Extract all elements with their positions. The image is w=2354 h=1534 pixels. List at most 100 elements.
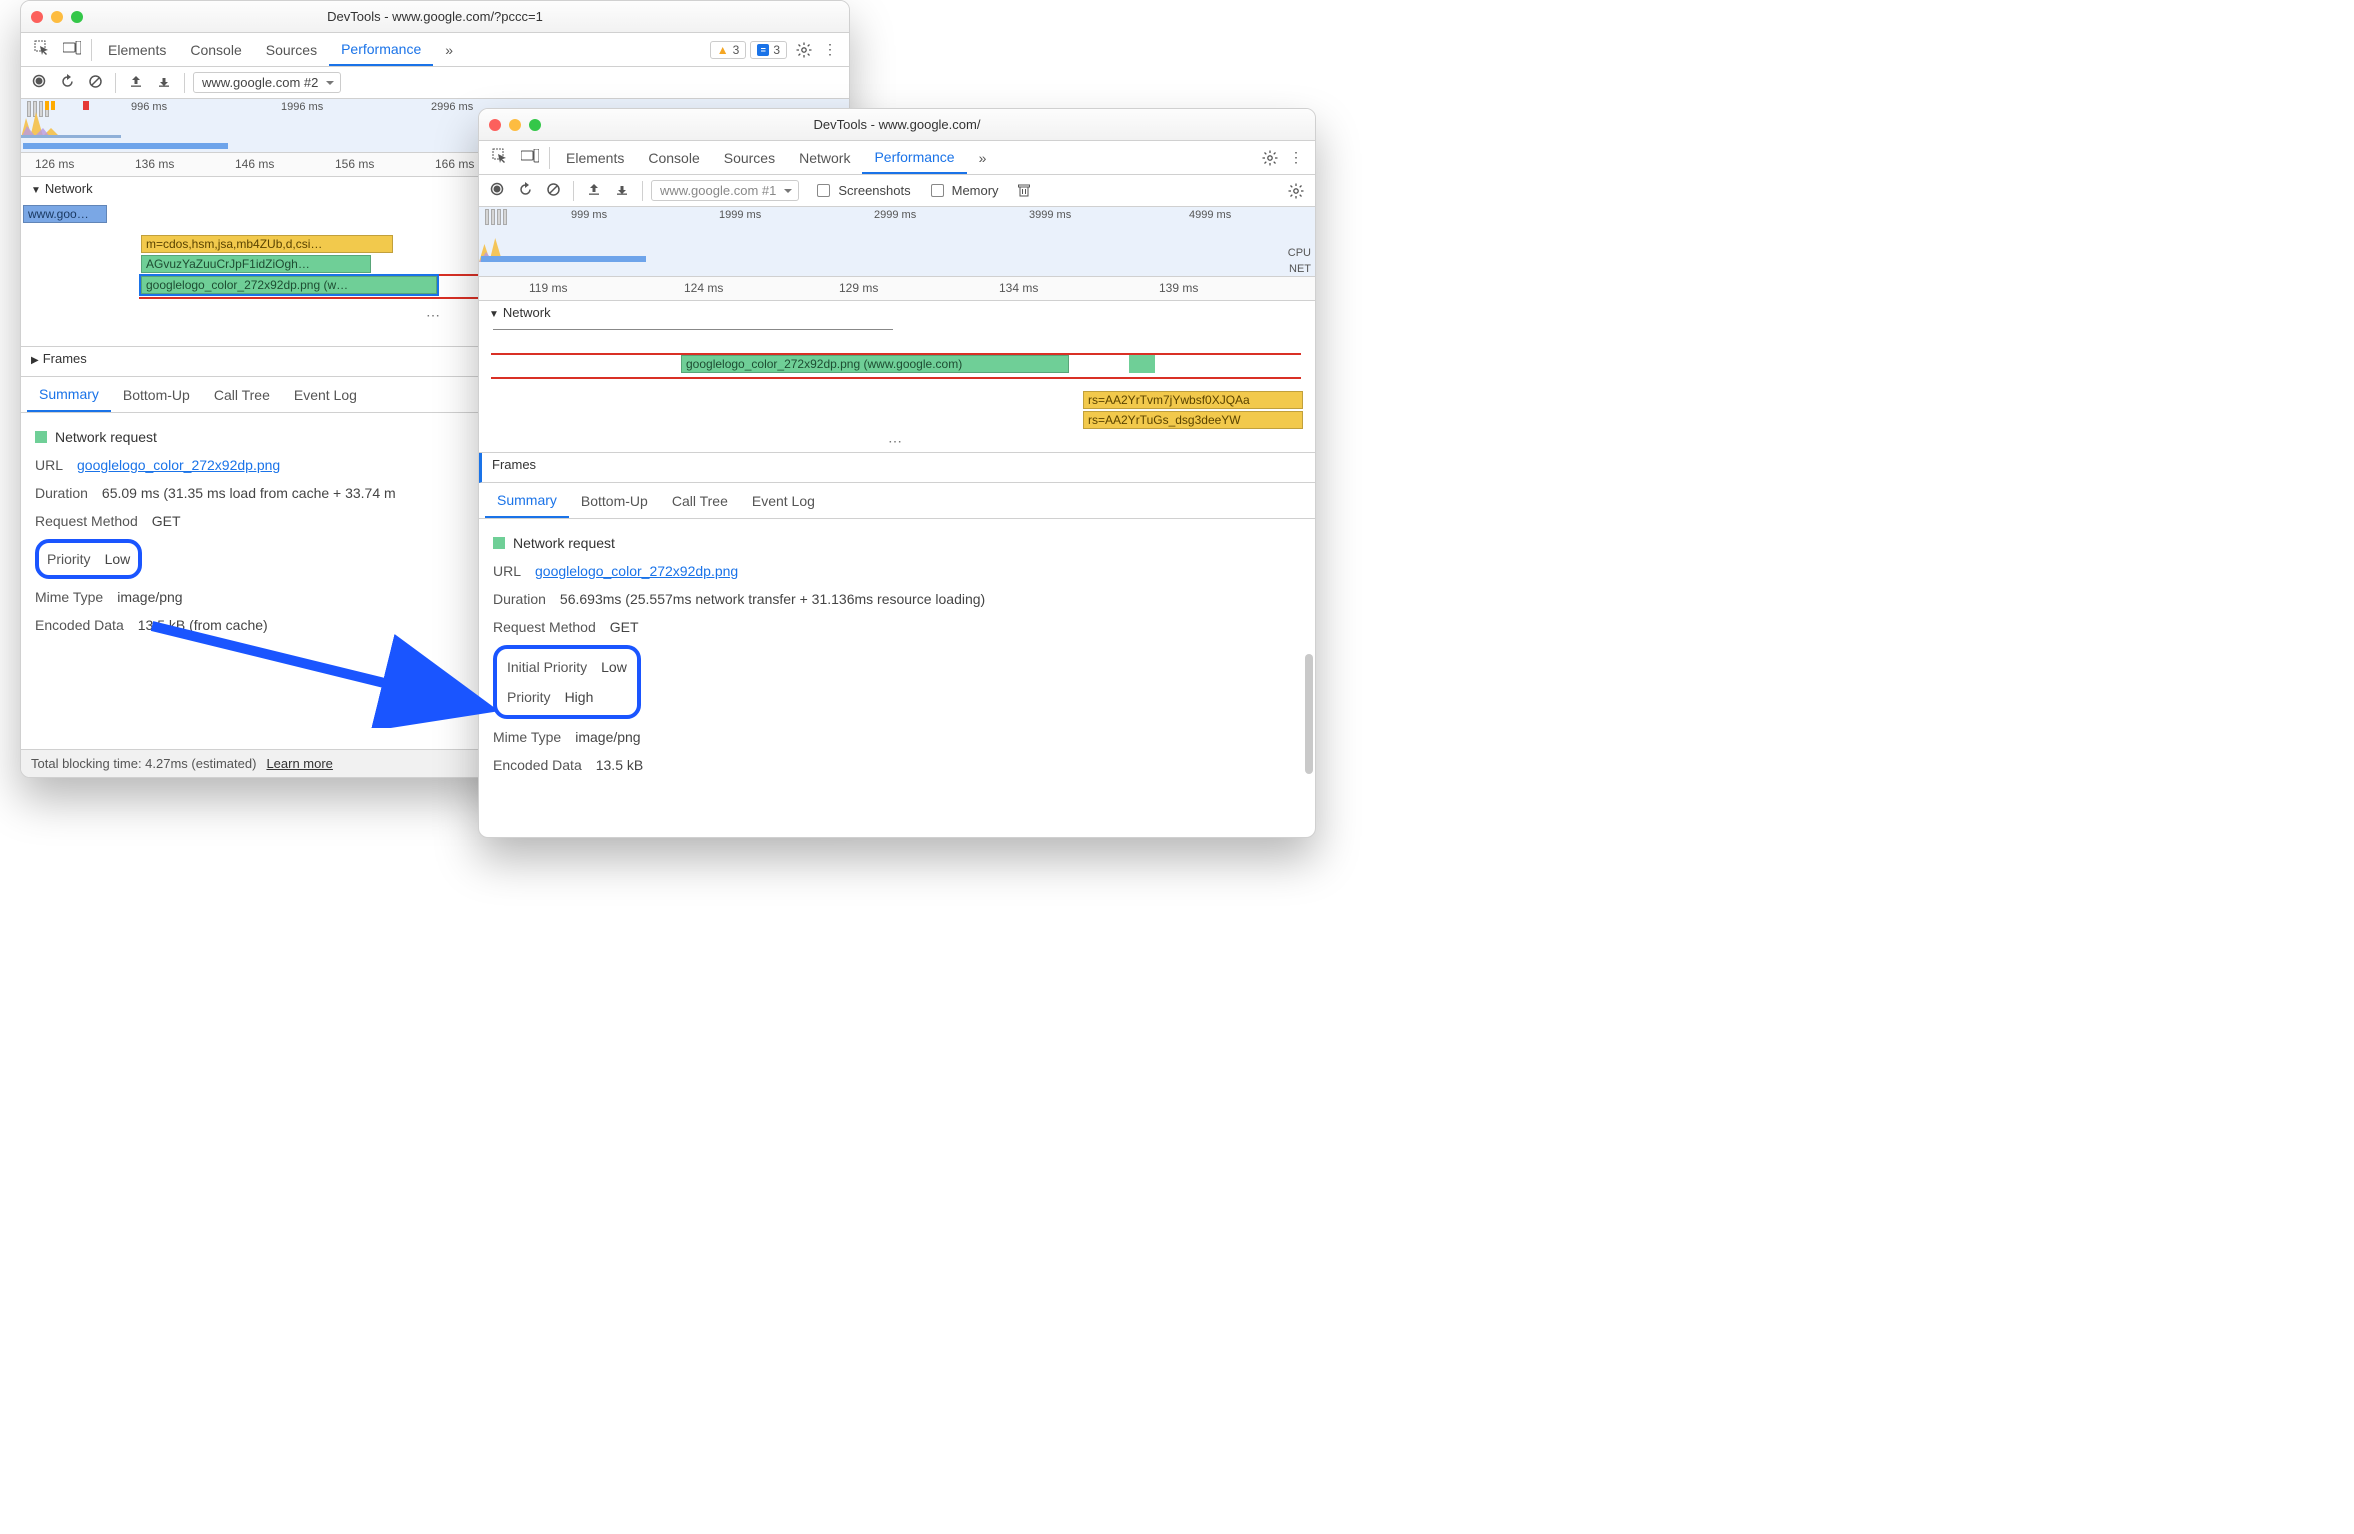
reload-icon[interactable] — [55, 74, 79, 92]
tab-elements[interactable]: Elements — [554, 141, 636, 174]
overview-tick: 1996 ms — [281, 101, 323, 113]
main-tabbar: Elements Console Sources Network Perform… — [479, 141, 1315, 175]
type-swatch — [35, 431, 47, 443]
priority-highlight: Initial PriorityLow PriorityHigh — [493, 645, 641, 719]
tab-network[interactable]: Network — [787, 141, 862, 174]
ftab-summary[interactable]: Summary — [27, 377, 111, 412]
inspect-icon[interactable] — [27, 40, 57, 59]
selection-line — [491, 377, 1301, 379]
upload-icon[interactable] — [582, 182, 606, 199]
devtools-window-2: DevTools - www.google.com/ Elements Cons… — [478, 108, 1316, 838]
reload-icon[interactable] — [513, 182, 537, 200]
settings-gear-icon[interactable] — [1257, 145, 1283, 171]
minimize-icon[interactable] — [509, 119, 521, 131]
summary-title: Network request — [493, 529, 1301, 557]
zoom-icon[interactable] — [529, 119, 541, 131]
ftab-summary[interactable]: Summary — [485, 483, 569, 518]
warnings-badge[interactable]: ▲3 — [710, 41, 747, 59]
download-icon[interactable] — [152, 74, 176, 91]
tab-performance[interactable]: Performance — [329, 33, 433, 66]
url-link[interactable]: googlelogo_color_272x92dp.png — [535, 557, 738, 585]
separator — [642, 181, 643, 201]
close-icon[interactable] — [489, 119, 501, 131]
time-ruler[interactable]: 119 ms 124 ms 129 ms 134 ms 139 ms — [479, 277, 1315, 301]
request-bar[interactable]: m=cdos,hsm,jsa,mb4ZUb,d,csi… — [141, 235, 393, 253]
info-badge[interactable]: =3 — [750, 41, 787, 59]
scrollbar[interactable] — [1305, 654, 1313, 774]
ftab-calltree[interactable]: Call Tree — [202, 377, 282, 412]
ftab-bottomup[interactable]: Bottom-Up — [111, 377, 202, 412]
window-controls — [31, 11, 83, 23]
clear-icon[interactable] — [83, 74, 107, 92]
tabs-overflow[interactable]: » — [433, 33, 465, 66]
tab-sources[interactable]: Sources — [254, 33, 329, 66]
learn-more-link[interactable]: Learn more — [266, 756, 332, 771]
priority-highlight: PriorityLow — [35, 539, 142, 579]
record-icon[interactable] — [485, 182, 509, 199]
close-icon[interactable] — [31, 11, 43, 23]
request-bar[interactable]: www.goo… — [23, 205, 107, 223]
summary-url: URLgooglelogo_color_272x92dp.png — [493, 557, 1301, 585]
profile-dropdown[interactable]: www.google.com #2 — [193, 72, 341, 93]
inspect-icon[interactable] — [485, 148, 515, 167]
summary-mime: Mime Typeimage/png — [493, 723, 1301, 751]
zoom-icon[interactable] — [71, 11, 83, 23]
tab-elements[interactable]: Elements — [96, 33, 178, 66]
request-bar-selected[interactable]: googlelogo_color_272x92dp.png (www.googl… — [681, 355, 1069, 373]
record-icon[interactable] — [27, 74, 51, 91]
tabs-overflow[interactable]: » — [967, 141, 999, 174]
frames-section[interactable]: Frames — [479, 453, 1315, 483]
window-title: DevTools - www.google.com/?pccc=1 — [21, 9, 849, 24]
request-bar[interactable]: rs=AA2YrTuGs_dsg3deeYW — [1083, 411, 1303, 429]
waiting-line — [493, 329, 893, 331]
screenshots-label: Screenshots — [838, 183, 910, 198]
kebab-menu-icon[interactable]: ⋮ — [1283, 145, 1309, 171]
blocking-text: Total blocking time: 4.27ms (estimated) — [31, 756, 256, 771]
url-link[interactable]: googlelogo_color_272x92dp.png — [77, 451, 280, 479]
request-bar[interactable]: AGvuzYaZuuCrJpF1idZiOgh… — [141, 255, 371, 273]
upload-icon[interactable] — [124, 74, 148, 91]
request-tail — [1129, 355, 1155, 373]
cpu-chart — [21, 108, 121, 138]
memory-checkbox[interactable] — [931, 184, 944, 197]
request-bar[interactable]: rs=AA2YrTvm7jYwbsf0XJQAa — [1083, 391, 1303, 409]
minimize-icon[interactable] — [51, 11, 63, 23]
frame-bars-icon — [485, 209, 507, 225]
ftab-eventlog[interactable]: Event Log — [740, 483, 827, 518]
overview-tick: 996 ms — [131, 101, 167, 113]
perf-settings-gear-icon[interactable] — [1283, 178, 1309, 204]
settings-gear-icon[interactable] — [791, 37, 817, 63]
device-toggle-icon[interactable] — [515, 149, 545, 166]
separator — [549, 147, 550, 169]
ftab-eventlog[interactable]: Event Log — [282, 377, 369, 412]
ftab-calltree[interactable]: Call Tree — [660, 483, 740, 518]
net-strip — [481, 256, 646, 262]
clear-icon[interactable] — [541, 182, 565, 200]
device-toggle-icon[interactable] — [57, 41, 87, 58]
summary-encoded: Encoded Data13.5 kB — [493, 751, 1301, 779]
tab-performance[interactable]: Performance — [862, 141, 966, 174]
profile-dropdown[interactable]: www.google.com #1 — [651, 180, 799, 201]
summary-duration: Duration56.693ms (25.557ms network trans… — [493, 585, 1301, 613]
net-strip — [23, 143, 228, 149]
titlebar[interactable]: DevTools - www.google.com/ — [479, 109, 1315, 141]
network-section-header[interactable]: ▼Network — [479, 301, 1315, 324]
ftab-bottomup[interactable]: Bottom-Up — [569, 483, 660, 518]
download-icon[interactable] — [610, 182, 634, 199]
tab-sources[interactable]: Sources — [712, 141, 787, 174]
cpu-label: CPU — [1288, 247, 1311, 259]
perf-overview[interactable]: 999 ms 1999 ms 2999 ms 3999 ms 4999 ms C… — [479, 207, 1315, 277]
titlebar[interactable]: DevTools - www.google.com/?pccc=1 — [21, 1, 849, 33]
net-label: NET — [1289, 263, 1311, 275]
trash-icon[interactable] — [1011, 178, 1037, 204]
waterfall[interactable]: ▼Network googlelogo_color_272x92dp.png (… — [479, 301, 1315, 453]
tab-console[interactable]: Console — [636, 141, 711, 174]
more-indicator[interactable]: ⋯ — [479, 431, 1315, 452]
kebab-menu-icon[interactable]: ⋮ — [817, 37, 843, 63]
request-bar-selected[interactable]: googlelogo_color_272x92dp.png (w… — [141, 276, 437, 294]
screenshots-checkbox[interactable] — [817, 184, 830, 197]
perf-toolbar: www.google.com #1 Screenshots Memory — [479, 175, 1315, 207]
tab-console[interactable]: Console — [178, 33, 253, 66]
perf-toolbar: www.google.com #2 — [21, 67, 849, 99]
separator — [573, 181, 574, 201]
